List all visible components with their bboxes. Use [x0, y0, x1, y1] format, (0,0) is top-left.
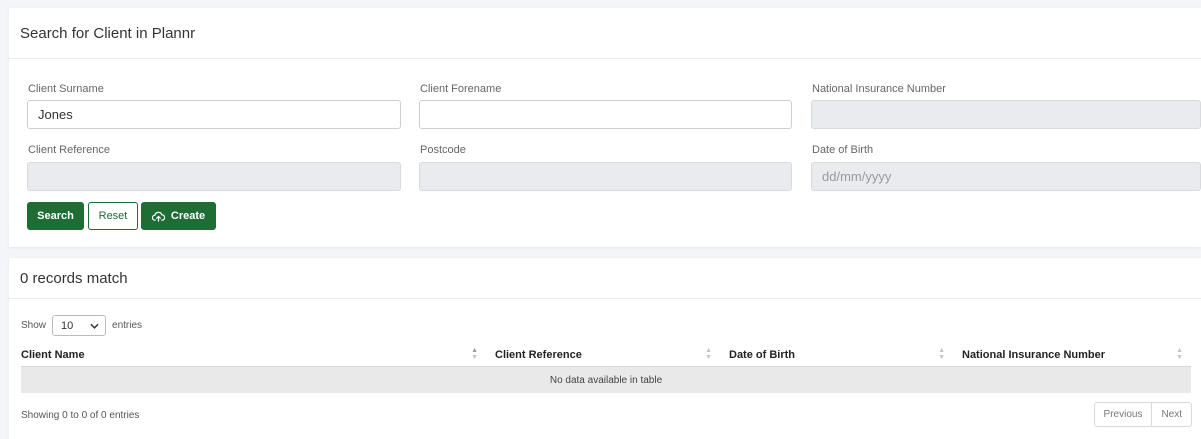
create-button-label: Create: [170, 210, 206, 222]
chevron-down-icon: [90, 320, 99, 332]
sort-icon: ▲ ▼: [471, 347, 478, 361]
table-info: Showing 0 to 0 of 0 entries: [21, 410, 140, 421]
column-label: Client Name: [21, 349, 85, 361]
sort-icon: ▲ ▼: [938, 347, 945, 361]
column-label: Date of Birth: [729, 349, 795, 361]
dob-input[interactable]: [811, 162, 1201, 191]
reference-input[interactable]: [27, 162, 401, 191]
show-prefix: Show: [21, 320, 47, 331]
page-length-control: Show 10 entries: [21, 315, 142, 336]
search-card-title: Search for Client in Plannr: [9, 8, 1201, 59]
page-length-value: 10: [61, 319, 74, 332]
cloud-upload-icon: [151, 211, 165, 222]
search-button[interactable]: Search: [27, 202, 84, 230]
sort-icon: ▲ ▼: [705, 347, 712, 361]
search-card: Search for Client in Plannr Client Surna…: [9, 8, 1201, 247]
surname-input[interactable]: [27, 100, 401, 129]
results-card: 0 records match Show 10 entries Client N…: [9, 258, 1201, 439]
results-table: Client Name ▲ ▼ Client Reference ▲ ▼ Date …: [21, 344, 1191, 393]
show-suffix: entries: [112, 320, 143, 331]
column-label: Client Reference: [495, 349, 582, 361]
ni-number-label: National Insurance Number: [812, 83, 946, 95]
page-length-select[interactable]: 10: [52, 315, 107, 336]
sort-icon: ▲ ▼: [1176, 347, 1183, 361]
reference-label: Client Reference: [28, 144, 110, 156]
dob-label: Date of Birth: [812, 144, 874, 156]
reset-button[interactable]: Reset: [88, 202, 138, 230]
previous-page-button[interactable]: Previous: [1095, 403, 1152, 426]
ni-number-input[interactable]: [811, 100, 1201, 129]
column-client-reference[interactable]: Client Reference ▲ ▼: [486, 344, 720, 366]
table-header: Client Name ▲ ▼ Client Reference ▲ ▼ Date …: [21, 344, 1191, 366]
forename-input[interactable]: [419, 100, 792, 129]
empty-table-row: No data available in table: [21, 366, 1191, 393]
column-client-name[interactable]: Client Name ▲ ▼: [21, 344, 486, 366]
next-page-button[interactable]: Next: [1151, 403, 1191, 426]
create-button[interactable]: Create: [141, 202, 216, 230]
pagination: Previous Next: [1093, 402, 1192, 427]
column-label: National Insurance Number: [962, 349, 1106, 361]
surname-label: Client Surname: [28, 83, 104, 95]
column-date-of-birth[interactable]: Date of Birth ▲ ▼: [720, 344, 953, 366]
postcode-label: Postcode: [420, 144, 466, 156]
results-title: 0 records match: [9, 258, 1201, 299]
postcode-input[interactable]: [419, 162, 792, 191]
column-ni-number[interactable]: National Insurance Number ▲ ▼: [953, 344, 1191, 366]
forename-label: Client Forename: [420, 83, 502, 95]
